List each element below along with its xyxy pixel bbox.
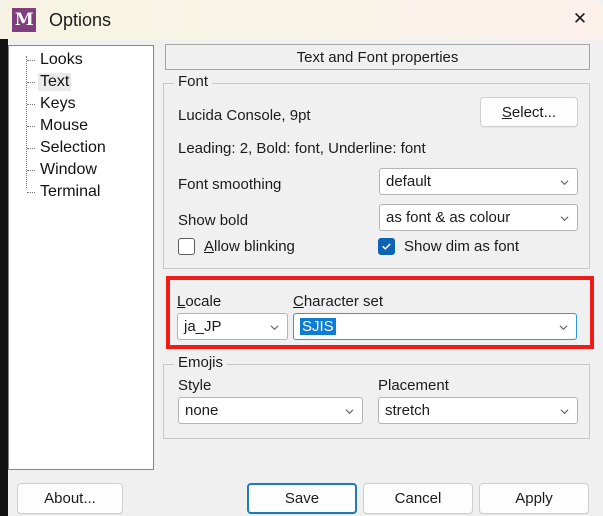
font-group-title: Font xyxy=(174,74,213,89)
title-bar: M Options ✕ xyxy=(0,0,603,39)
sidebar-item-terminal[interactable]: Terminal xyxy=(9,181,153,203)
font-group: Font Lucida Console, 9pt Select... Leadi… xyxy=(163,74,590,269)
sidebar-item-label: Window xyxy=(40,161,97,178)
chevron-down-icon xyxy=(559,323,568,332)
locale-label-rest: ocale xyxy=(185,293,222,310)
emoji-style-select[interactable]: none xyxy=(178,397,363,424)
allow-blinking-accel: A xyxy=(204,238,215,255)
show-dim-as-font-checkbox[interactable]: Show dim as font xyxy=(378,238,519,255)
close-icon: ✕ xyxy=(572,8,588,29)
chevron-down-icon xyxy=(560,178,569,187)
show-dim-as-font-label: Show dim as font xyxy=(404,238,520,255)
emoji-style-label: Style xyxy=(178,377,212,394)
tree-connector-icon xyxy=(27,60,35,61)
allow-blinking-checkbox[interactable]: Allow blinking xyxy=(178,238,295,255)
allow-blinking-label: Allow blinking xyxy=(204,239,295,254)
close-button[interactable]: ✕ xyxy=(557,0,603,38)
select-font-button[interactable]: Select... xyxy=(480,97,578,127)
character-set-value: SJIS xyxy=(300,318,336,335)
allow-blinking-rest: llow blinking xyxy=(214,238,295,255)
page-title: Text and Font properties xyxy=(165,44,590,70)
tree-connector-icon xyxy=(27,126,35,127)
sidebar-item-looks[interactable]: Looks xyxy=(9,49,153,71)
sidebar-item-label: Mouse xyxy=(40,117,89,134)
window-left-edge xyxy=(0,39,8,516)
sidebar-item-label: Terminal xyxy=(40,183,101,200)
dialog-button-bar: About... Save Cancel Apply xyxy=(8,473,603,516)
sidebar-item-text[interactable]: Text xyxy=(9,71,153,93)
about-button[interactable]: About... xyxy=(17,483,123,514)
show-bold-value: as font & as colour xyxy=(386,209,511,226)
emojis-group-title: Emojis xyxy=(174,355,228,370)
character-set-label-rest: haracter set xyxy=(303,293,384,310)
title-bar-left: M Options xyxy=(12,4,111,36)
app-icon-letter: M xyxy=(14,9,34,30)
emoji-placement-label: Placement xyxy=(378,377,449,394)
sidebar-item-label: Selection xyxy=(40,139,106,156)
tree-connector-icon xyxy=(27,104,35,105)
chevron-down-icon xyxy=(270,323,279,332)
character-set-label: Character set xyxy=(293,294,383,309)
tree-connector-icon xyxy=(27,82,35,83)
checkbox-checked-icon xyxy=(378,238,395,255)
sidebar-item-label: Text xyxy=(38,73,72,91)
sidebar-item-keys[interactable]: Keys xyxy=(9,93,153,115)
chevron-down-icon xyxy=(560,407,569,416)
save-button[interactable]: Save xyxy=(247,483,357,514)
cancel-button[interactable]: Cancel xyxy=(363,483,473,514)
settings-tree[interactable]: Looks Text Keys Mouse Selection Window T… xyxy=(8,45,154,470)
select-button-accel: S xyxy=(501,103,512,121)
sidebar-item-mouse[interactable]: Mouse xyxy=(9,115,153,137)
dialog-body: Looks Text Keys Mouse Selection Window T… xyxy=(0,39,603,516)
show-bold-select[interactable]: as font & as colour xyxy=(379,204,578,231)
app-icon: M xyxy=(12,8,36,32)
sidebar-item-selection[interactable]: Selection xyxy=(9,137,153,159)
emoji-style-value: none xyxy=(185,402,219,419)
sidebar-item-label: Keys xyxy=(40,95,76,112)
emojis-group: Emojis Style none Placement stretch xyxy=(163,355,590,439)
emoji-placement-value: stretch xyxy=(385,402,431,419)
tree-connector-icon xyxy=(27,148,35,149)
character-set-select[interactable]: SJIS xyxy=(293,313,577,340)
tree-connector-icon xyxy=(27,170,35,171)
chevron-down-icon xyxy=(560,214,569,223)
emoji-placement-select[interactable]: stretch xyxy=(378,397,578,424)
show-bold-label: Show bold xyxy=(178,212,249,229)
locale-value: ja_JP xyxy=(184,318,222,335)
font-smoothing-value: default xyxy=(386,173,432,190)
character-set-label-accel: C xyxy=(293,293,304,310)
window-title: Options xyxy=(49,10,112,30)
font-details-value: Leading: 2, Bold: font, Underline: font xyxy=(178,140,426,157)
font-smoothing-select[interactable]: default xyxy=(379,168,578,195)
locale-label: Locale xyxy=(177,294,221,309)
settings-tree-inner: Looks Text Keys Mouse Selection Window T… xyxy=(9,46,153,203)
sidebar-item-label: Looks xyxy=(40,51,83,68)
options-dialog: M Options ✕ Looks Text Keys Mouse Select… xyxy=(0,0,603,516)
apply-button[interactable]: Apply xyxy=(479,483,589,514)
locale-group: Locale ja_JP Character set SJIS xyxy=(163,288,590,350)
select-button-rest: elect... xyxy=(511,103,557,121)
tree-connector-icon xyxy=(27,192,35,193)
font-smoothing-label: Font smoothing xyxy=(178,176,282,193)
sidebar-item-window[interactable]: Window xyxy=(9,159,153,181)
chevron-down-icon xyxy=(345,407,354,416)
current-font-value: Lucida Console, 9pt xyxy=(178,107,311,124)
checkbox-unchecked-icon xyxy=(178,238,195,255)
settings-pane: Text and Font properties Font Lucida Con… xyxy=(163,44,595,439)
locale-select[interactable]: ja_JP xyxy=(177,313,288,340)
